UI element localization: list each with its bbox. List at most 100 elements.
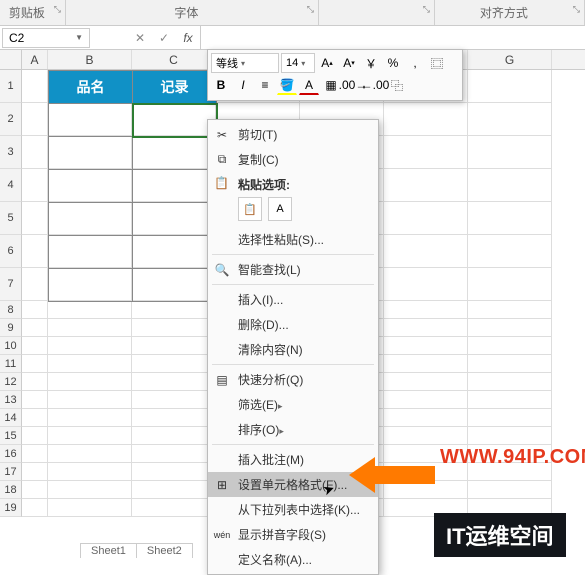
font-color-button[interactable]: A: [299, 75, 319, 95]
grid-cell[interactable]: [468, 103, 552, 136]
grid-cell[interactable]: [48, 409, 132, 427]
mini-font-size[interactable]: 14: [281, 53, 315, 73]
menu-sort[interactable]: 排序(O): [208, 417, 378, 442]
table-header-1[interactable]: 品名: [49, 71, 133, 104]
grid-cell[interactable]: [48, 445, 132, 463]
grid-cell[interactable]: [468, 268, 552, 301]
grid-cell[interactable]: [48, 355, 132, 373]
grid-cell[interactable]: [468, 391, 552, 409]
grid-cell[interactable]: [48, 499, 132, 517]
row-header[interactable]: 8: [0, 301, 22, 319]
menu-delete[interactable]: 删除(D)...: [208, 312, 378, 337]
sheet-tab-2[interactable]: Sheet2: [136, 543, 193, 558]
grid-cell[interactable]: [48, 391, 132, 409]
row-header[interactable]: 14: [0, 409, 22, 427]
grid-cell[interactable]: [22, 409, 48, 427]
col-header-a[interactable]: A: [22, 50, 48, 69]
grid-cell[interactable]: [468, 169, 552, 202]
grid-cell[interactable]: [468, 235, 552, 268]
grid-cell[interactable]: [132, 301, 216, 319]
grid-cell[interactable]: [132, 355, 216, 373]
grid-cell[interactable]: [22, 136, 48, 169]
menu-cut[interactable]: ✂剪切(T): [208, 122, 378, 147]
col-header-b[interactable]: B: [48, 50, 132, 69]
grid-cell[interactable]: [468, 319, 552, 337]
currency-icon[interactable]: ￥: [361, 53, 381, 73]
menu-filter[interactable]: 筛选(E): [208, 392, 378, 417]
row-header[interactable]: 15: [0, 427, 22, 445]
grid-cell[interactable]: [22, 499, 48, 517]
menu-quick-analysis[interactable]: ▤快速分析(Q): [208, 367, 378, 392]
grid-cell[interactable]: [132, 499, 216, 517]
grid-cell[interactable]: [22, 202, 48, 235]
row-header[interactable]: 2: [0, 103, 22, 136]
grid-cell[interactable]: [384, 301, 468, 319]
grid-cell[interactable]: [384, 169, 468, 202]
row-header[interactable]: 19: [0, 499, 22, 517]
grid-cell[interactable]: [22, 301, 48, 319]
grid-cell[interactable]: [468, 409, 552, 427]
italic-button[interactable]: I: [233, 75, 253, 95]
selected-cell[interactable]: [133, 104, 217, 137]
accept-formula-icon[interactable]: ✓: [152, 31, 176, 45]
cancel-formula-icon[interactable]: ✕: [128, 31, 152, 45]
grid-cell[interactable]: [22, 319, 48, 337]
paste-option-values[interactable]: 📋: [238, 197, 262, 221]
grid-cell[interactable]: [48, 373, 132, 391]
grid-cell[interactable]: [22, 481, 48, 499]
percent-icon[interactable]: %: [383, 53, 403, 73]
grid-cell[interactable]: [22, 169, 48, 202]
grid-cell[interactable]: [132, 391, 216, 409]
grid-cell[interactable]: [384, 373, 468, 391]
menu-clear[interactable]: 清除内容(N): [208, 337, 378, 362]
grid-cell[interactable]: [468, 202, 552, 235]
row-header[interactable]: 11: [0, 355, 22, 373]
grid-cell[interactable]: [22, 268, 48, 301]
grid-cell[interactable]: [384, 409, 468, 427]
increase-font-icon[interactable]: A▴: [317, 53, 337, 73]
row-header[interactable]: 13: [0, 391, 22, 409]
grid-cell[interactable]: [22, 445, 48, 463]
grid-cell[interactable]: [22, 103, 48, 136]
grid-cell[interactable]: [48, 463, 132, 481]
table-header-2[interactable]: 记录: [133, 71, 217, 104]
paste-option-a[interactable]: A: [268, 197, 292, 221]
grid-cell[interactable]: [468, 481, 552, 499]
row-header[interactable]: 17: [0, 463, 22, 481]
row-header[interactable]: 5: [0, 202, 22, 235]
menu-define-name[interactable]: 定义名称(A)...: [208, 547, 378, 572]
menu-paste-special[interactable]: 选择性粘贴(S)...: [208, 227, 378, 252]
select-all-triangle[interactable]: [0, 50, 22, 69]
row-header[interactable]: 12: [0, 373, 22, 391]
grid-cell[interactable]: [468, 136, 552, 169]
grid-cell[interactable]: [384, 427, 468, 445]
grid-cell[interactable]: [132, 409, 216, 427]
row-header[interactable]: 3: [0, 136, 22, 169]
grid-cell[interactable]: [384, 355, 468, 373]
grid-cell[interactable]: [22, 337, 48, 355]
decrease-decimal-icon[interactable]: ←.00: [365, 75, 385, 95]
grid-cell[interactable]: [384, 337, 468, 355]
grid-cell[interactable]: [132, 481, 216, 499]
menu-show-phonetic[interactable]: wén显示拼音字段(S): [208, 522, 378, 547]
row-header[interactable]: 18: [0, 481, 22, 499]
grid-cell[interactable]: [22, 70, 48, 103]
menu-insert[interactable]: 插入(I)...: [208, 287, 378, 312]
grid-cell[interactable]: [384, 103, 468, 136]
grid-cell[interactable]: [132, 373, 216, 391]
format-painter-icon[interactable]: ⿴: [427, 53, 447, 73]
grid-cell[interactable]: [132, 427, 216, 445]
grid-cell[interactable]: [468, 427, 552, 445]
row-header[interactable]: 4: [0, 169, 22, 202]
grid-cell[interactable]: [384, 319, 468, 337]
grid-cell[interactable]: [22, 373, 48, 391]
grid-cell[interactable]: [22, 427, 48, 445]
grid-cell[interactable]: [384, 268, 468, 301]
grid-cell[interactable]: [132, 337, 216, 355]
fill-color-button[interactable]: 🪣: [277, 75, 297, 95]
row-header[interactable]: 1: [0, 70, 22, 103]
grid-cell[interactable]: [22, 391, 48, 409]
grid-cell[interactable]: [48, 481, 132, 499]
table-cell[interactable]: [49, 269, 133, 302]
table-cell[interactable]: [49, 170, 133, 203]
